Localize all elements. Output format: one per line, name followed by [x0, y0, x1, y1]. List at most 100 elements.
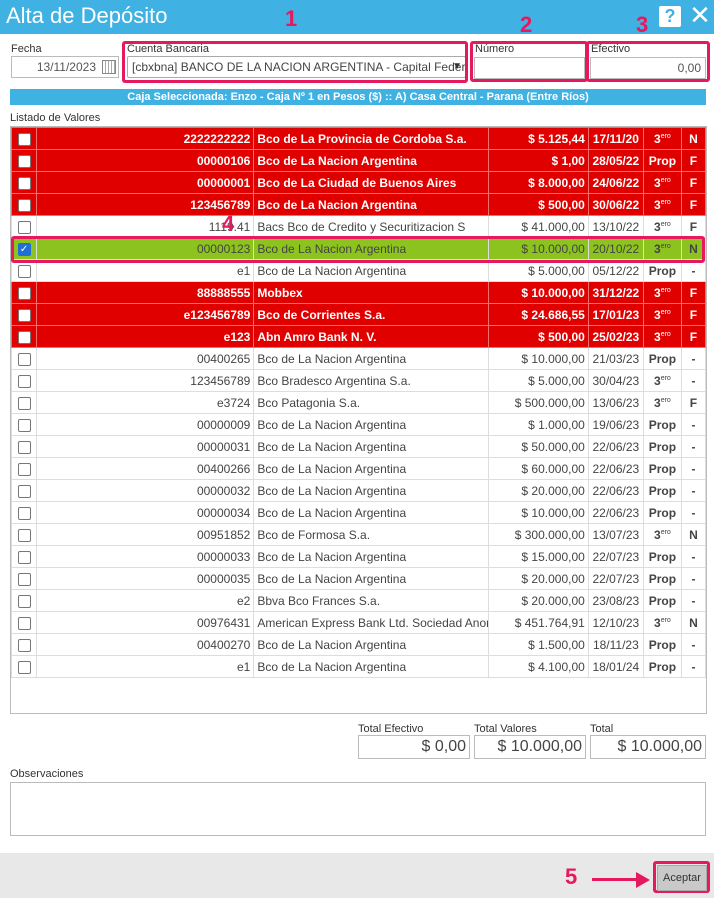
valor-checkbox-cell[interactable]: [11, 413, 38, 436]
valor-checkbox[interactable]: [17, 484, 31, 498]
valor-checkbox[interactable]: [17, 616, 31, 630]
valor-row[interactable]: e123 Abn Amro Bank N. V. $ 500,00 25/02/23 3…: [11, 325, 706, 348]
valor-row[interactable]: 1119.41 Bacs Bco de Credito y Securitizac…: [11, 215, 706, 238]
valor-checkbox-cell[interactable]: [11, 347, 38, 370]
fecha-input[interactable]: 13/11/2023: [11, 56, 119, 78]
valor-row[interactable]: 00400266 Bco de La Nacion Argentina $ 60.0…: [11, 457, 706, 480]
valor-row[interactable]: 00000033 Bco de La Nacion Argentina $ 15.0…: [11, 545, 706, 568]
valor-checkbox-cell[interactable]: [11, 193, 38, 216]
valor-checkbox-cell[interactable]: [11, 171, 38, 194]
valor-checkbox[interactable]: [17, 396, 31, 410]
help-icon[interactable]: ?: [659, 6, 681, 27]
valor-checkbox-cell[interactable]: [11, 215, 38, 238]
valor-fecha: 13/06/23: [587, 391, 644, 414]
valor-row[interactable]: 00951852 Bco de Formosa S.a. $ 300.000,00 1…: [11, 523, 706, 546]
valor-tipo-text: 3: [654, 615, 661, 630]
valor-checkbox[interactable]: [17, 440, 31, 454]
valor-checkbox-cell[interactable]: [11, 567, 38, 590]
valor-row[interactable]: 00000035 Bco de La Nacion Argentina $ 20.0…: [11, 567, 706, 590]
valor-row[interactable]: 00976431 American Express Bank Ltd. Socie…: [11, 611, 706, 634]
valor-row[interactable]: 00000032 Bco de La Nacion Argentina $ 20.0…: [11, 479, 706, 502]
valor-tipo-sup: ero: [660, 176, 671, 184]
valor-flag: N: [680, 611, 706, 634]
valor-tipo-text: Prop: [648, 637, 677, 652]
valor-numero: 00000031: [36, 435, 255, 458]
valor-tipo-sup: ero: [660, 528, 671, 536]
valor-checkbox-cell[interactable]: [11, 545, 38, 568]
valor-row[interactable]: 00400270 Bco de La Nacion Argentina $ 1.50…: [11, 633, 706, 656]
valor-tipo: Prop: [642, 149, 682, 172]
valor-row[interactable]: 00000034 Bco de La Nacion Argentina $ 10.0…: [11, 501, 706, 524]
valor-row[interactable]: 00000009 Bco de La Nacion Argentina $ 1.00…: [11, 413, 706, 436]
valor-flag: N: [680, 523, 706, 546]
valor-checkbox-cell[interactable]: [11, 303, 38, 326]
valor-checkbox-cell[interactable]: [11, 479, 38, 502]
callout-box-4: [11, 236, 705, 263]
valor-row[interactable]: 123456789 Bco Bradesco Argentina S.a. $ 5.…: [11, 369, 706, 392]
valor-row[interactable]: 00400265 Bco de La Nacion Argentina $ 10.0…: [11, 347, 706, 370]
valor-checkbox-cell[interactable]: [11, 589, 38, 612]
valor-flag: -: [680, 435, 706, 458]
valores-list[interactable]: 2222222222 Bco de La Provincia de Cordoba…: [10, 126, 707, 714]
valor-checkbox[interactable]: [17, 132, 31, 146]
valor-row[interactable]: e123456789 Bco de Corrientes S.a. $ 24.686…: [11, 303, 706, 326]
valor-checkbox[interactable]: [17, 572, 31, 586]
valor-importe: $ 24.686,55: [487, 303, 589, 326]
total-valores-value: $ 10.000,00: [474, 735, 586, 759]
valor-checkbox[interactable]: [17, 308, 31, 322]
valor-importe: $ 41.000,00: [487, 215, 589, 238]
valor-checkbox[interactable]: [17, 462, 31, 476]
valor-checkbox[interactable]: [17, 660, 31, 674]
valor-checkbox[interactable]: [17, 594, 31, 608]
valor-checkbox-cell[interactable]: [11, 655, 38, 678]
valor-checkbox[interactable]: [17, 418, 31, 432]
valor-importe: $ 500,00: [487, 193, 589, 216]
calendar-icon[interactable]: [102, 60, 116, 74]
valor-importe: $ 451.764,91: [487, 611, 589, 634]
valor-checkbox[interactable]: [17, 286, 31, 300]
valor-checkbox[interactable]: [17, 176, 31, 190]
valor-checkbox-cell[interactable]: [11, 523, 38, 546]
valor-checkbox-cell[interactable]: [11, 633, 38, 656]
valor-row[interactable]: 123456789 Bco de La Nacion Argentina $ 500…: [11, 193, 706, 216]
valor-checkbox-cell[interactable]: [11, 457, 38, 480]
valor-numero: e123: [36, 325, 255, 348]
valor-flag: F: [680, 171, 706, 194]
valor-checkbox[interactable]: [17, 528, 31, 542]
valor-numero: 123456789: [36, 369, 255, 392]
valor-checkbox[interactable]: [17, 638, 31, 652]
valor-checkbox-cell[interactable]: [11, 281, 38, 304]
valor-row[interactable]: 00000031 Bco de La Nacion Argentina $ 50.0…: [11, 435, 706, 458]
valor-banco: Bco de La Nacion Argentina: [253, 545, 489, 568]
valor-checkbox-cell[interactable]: [11, 501, 38, 524]
valor-row[interactable]: e2 Bbva Bco Frances S.a. $ 20.000,00 23/08/…: [11, 589, 706, 612]
valor-checkbox[interactable]: [17, 198, 31, 212]
valor-checkbox-cell[interactable]: [11, 149, 38, 172]
valor-checkbox[interactable]: [17, 374, 31, 388]
valor-checkbox-cell[interactable]: [11, 127, 38, 150]
valor-checkbox[interactable]: [17, 330, 31, 344]
valor-row[interactable]: e1 Bco de La Nacion Argentina $ 4.100,00 18…: [11, 655, 706, 678]
valor-row[interactable]: 88888555 Mobbex $ 10.000,00 31/12/22 3ero F: [11, 281, 706, 304]
valor-checkbox-cell[interactable]: [11, 435, 38, 458]
valor-checkbox[interactable]: [17, 550, 31, 564]
valor-checkbox-cell[interactable]: [11, 369, 38, 392]
valor-checkbox[interactable]: [17, 506, 31, 520]
close-icon[interactable]: ✕: [688, 2, 712, 29]
valor-checkbox-cell[interactable]: [11, 325, 38, 348]
valor-row[interactable]: 00000001 Bco de La Ciudad de Buenos Aires…: [11, 171, 706, 194]
valor-banco: Bco de Formosa S.a.: [253, 523, 489, 546]
valor-tipo-text: Prop: [648, 593, 677, 608]
valor-checkbox-cell[interactable]: [11, 611, 38, 634]
valor-row[interactable]: 2222222222 Bco de La Provincia de Cordoba…: [11, 127, 706, 150]
total-value: $ 10.000,00: [590, 735, 706, 759]
valor-checkbox[interactable]: [17, 220, 31, 234]
valor-checkbox-cell[interactable]: [11, 391, 38, 414]
valor-checkbox[interactable]: [17, 264, 31, 278]
valor-row[interactable]: e3724 Bco Patagonia S.a. $ 500.000,00 13/06…: [11, 391, 706, 414]
valor-row[interactable]: 00000106 Bco de La Nacion Argentina $ 1,00…: [11, 149, 706, 172]
observaciones-textarea[interactable]: [10, 782, 706, 836]
valor-checkbox[interactable]: [17, 154, 31, 168]
aceptar-button[interactable]: Aceptar: [657, 865, 707, 891]
valor-checkbox[interactable]: [17, 352, 31, 366]
